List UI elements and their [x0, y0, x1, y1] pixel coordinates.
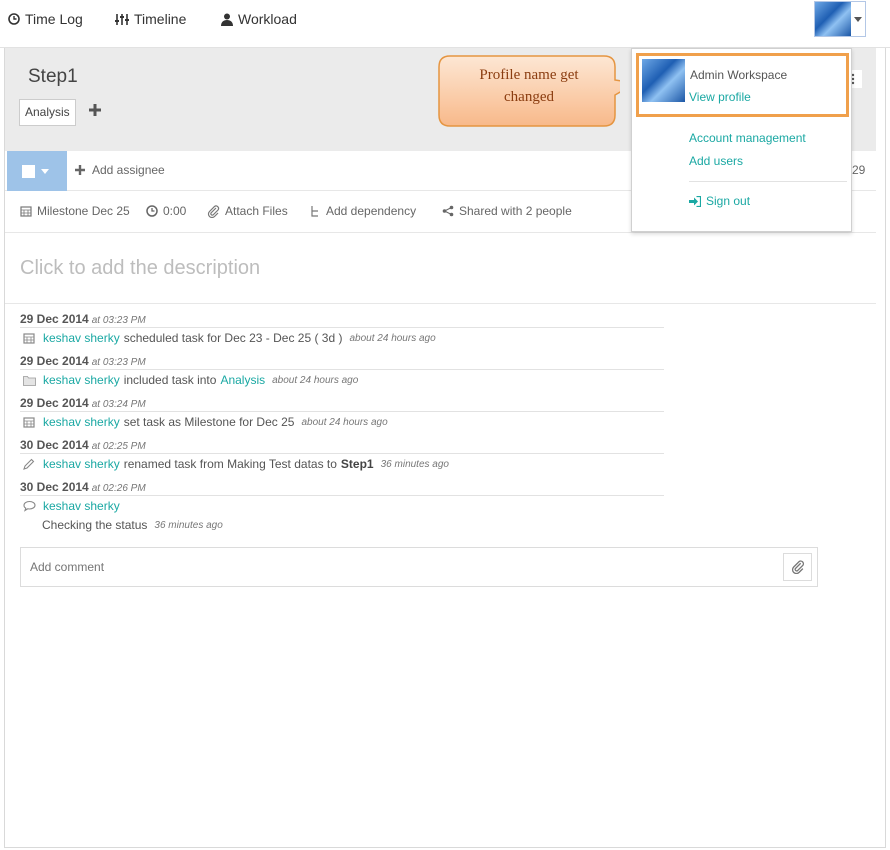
user-link[interactable]: keshav sherky	[43, 331, 120, 345]
calendar-icon	[22, 415, 36, 429]
activity-time: 36 minutes ago	[154, 519, 223, 531]
calendar-icon	[20, 206, 32, 217]
callout-text: Profile name get changed	[479, 67, 579, 105]
shared-button[interactable]: Shared with 2 people	[442, 204, 572, 218]
sign-out-label: Sign out	[706, 194, 751, 208]
milestone-label: Milestone Dec 25	[37, 204, 130, 218]
profile-name: Admin Workspace	[690, 68, 788, 82]
task-tag[interactable]: Analysis	[19, 99, 76, 126]
attach-files-label: Attach Files	[225, 204, 288, 218]
activity-date: 29 Dec 2014 at 03:23 PM	[20, 312, 146, 326]
project-link[interactable]: Analysis	[220, 373, 265, 387]
activity-date: 29 Dec 2014 at 03:23 PM	[20, 354, 146, 368]
user-link[interactable]: keshav sherky	[43, 415, 120, 429]
milestone-button[interactable]: Milestone Dec 25	[20, 204, 130, 218]
user-link[interactable]: keshav sherky	[43, 499, 120, 513]
activity-time: about 24 hours ago	[272, 374, 359, 386]
task-name: Step1	[340, 457, 374, 471]
task-count: 29	[852, 163, 866, 177]
divider	[20, 495, 664, 496]
nav-timeline-label: Timeline	[134, 11, 187, 27]
account-management-link[interactable]: Account management	[689, 131, 806, 145]
sliders-icon	[115, 13, 129, 26]
activity-text: set task as Milestone for Dec 25	[123, 415, 295, 429]
sign-out-link[interactable]: Sign out	[689, 194, 750, 208]
pencil-icon	[22, 457, 36, 471]
dependency-icon	[311, 205, 318, 217]
caret-down-icon	[851, 2, 865, 36]
activity-text: renamed task from Making Test datas to	[123, 457, 337, 471]
calendar-icon	[22, 331, 36, 345]
nav-time-log[interactable]: Time Log	[8, 11, 83, 27]
activity-date: 30 Dec 2014 at 02:26 PM	[20, 480, 146, 494]
user-link[interactable]: keshav sherky	[43, 457, 120, 471]
divider	[20, 453, 664, 454]
comment-text: Checking the status	[42, 518, 148, 532]
clock-icon	[8, 13, 20, 25]
divider	[20, 369, 664, 370]
plus-icon	[75, 165, 85, 175]
divider	[20, 327, 664, 328]
comment-text-row: Checking the status 36 minutes ago	[42, 518, 223, 532]
divider	[5, 303, 876, 304]
activity-time: about 24 hours ago	[349, 332, 436, 344]
activity-item: keshav sherky	[22, 499, 120, 513]
paperclip-icon	[791, 560, 804, 574]
activity-text: scheduled task for Dec 23 - Dec 25 ( 3d …	[123, 331, 343, 345]
activity-text: included task into	[123, 373, 217, 387]
divider	[20, 411, 664, 412]
activity-date: 29 Dec 2014 at 03:24 PM	[20, 396, 146, 410]
time-button[interactable]: 0:00	[146, 204, 186, 218]
add-assignee-label: Add assignee	[92, 163, 165, 177]
caret-down-icon	[41, 168, 49, 174]
user-icon	[221, 13, 233, 26]
clock-icon	[146, 205, 158, 217]
divider	[689, 181, 847, 182]
nav-time-log-label: Time Log	[25, 11, 83, 27]
avatar	[642, 59, 685, 102]
add-dependency-label: Add dependency	[326, 204, 417, 218]
nav-workload-label: Workload	[238, 11, 297, 27]
sign-out-icon	[689, 195, 701, 207]
paperclip-icon	[207, 204, 220, 218]
description-placeholder[interactable]: Click to add the description	[20, 257, 260, 280]
comment-icon	[22, 499, 36, 513]
status-checkbox-dropdown[interactable]	[7, 151, 67, 191]
attach-files-button[interactable]: Attach Files	[207, 204, 288, 218]
profile-menu-button[interactable]	[814, 1, 866, 37]
checkbox[interactable]	[22, 164, 35, 178]
view-profile-link[interactable]: View profile	[689, 90, 751, 104]
add-users-link[interactable]: Add users	[689, 154, 743, 168]
activity-time: about 24 hours ago	[301, 416, 388, 428]
activity-time: 36 minutes ago	[380, 458, 449, 470]
user-link[interactable]: keshav sherky	[43, 373, 120, 387]
comment-input[interactable]	[21, 548, 771, 586]
activity-item: keshav sherky set task as Milestone for …	[22, 415, 388, 429]
add-assignee-button[interactable]: Add assignee	[74, 163, 165, 177]
folder-icon	[22, 373, 36, 387]
attach-comment-button[interactable]	[783, 553, 812, 581]
activity-date: 30 Dec 2014 at 02:25 PM	[20, 438, 146, 452]
comment-box	[20, 547, 818, 587]
activity-item: keshav sherky renamed task from Making T…	[22, 457, 449, 471]
task-title[interactable]: Step1	[28, 66, 78, 88]
time-label: 0:00	[163, 204, 187, 218]
shared-label: Shared with 2 people	[459, 204, 572, 218]
activity-item: keshav sherky scheduled task for Dec 23 …	[22, 331, 436, 345]
add-tag-button[interactable]	[88, 103, 104, 119]
share-icon	[442, 205, 454, 217]
add-dependency-button[interactable]: Add dependency	[310, 204, 416, 218]
top-nav: Time Log Timeline Workload	[0, 0, 890, 48]
activity-item: keshav sherky included task into Analysi…	[22, 373, 358, 387]
plus-icon	[89, 104, 101, 116]
nav-workload[interactable]: Workload	[221, 11, 297, 27]
avatar	[815, 2, 851, 36]
nav-timeline[interactable]: Timeline	[115, 11, 186, 27]
